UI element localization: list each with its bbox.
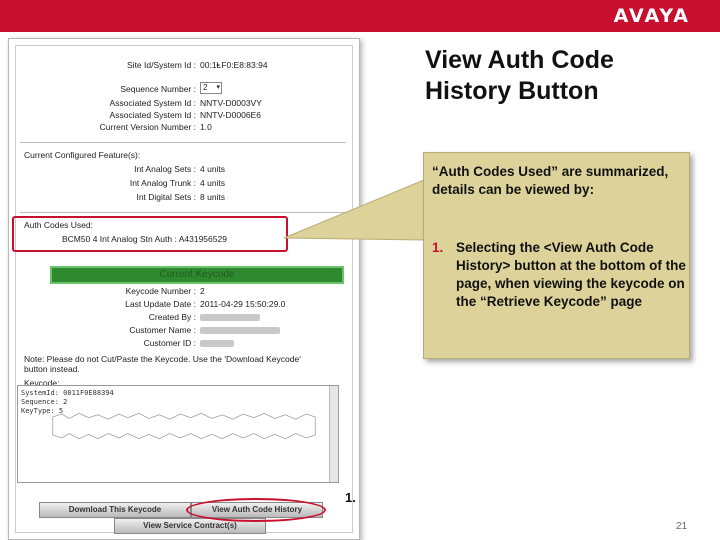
divider	[20, 212, 346, 213]
feature-label-2: Int Analog Trunk :	[129, 178, 196, 188]
step-marker: 1.	[345, 490, 356, 505]
feature-label-1: Int Analog Sets :	[134, 164, 196, 174]
customer-name-label: Customer Name :	[129, 325, 196, 335]
keycode-line-1: SystemId: 0011F0E88394	[21, 389, 114, 397]
assoc-system-id-value-1: NNTV-D0003VY	[200, 98, 262, 108]
chevron-down-icon: ▾	[216, 84, 220, 91]
customer-id-redacted	[200, 338, 234, 348]
note-line-1: Note: Please do not Cut/Paste the Keycod…	[24, 354, 301, 364]
callout-box: “Auth Codes Used” are summarized, detail…	[423, 152, 690, 359]
site-id-value: 00:1ⱠF0:E8:83:94	[200, 60, 268, 70]
auth-codes-highlight	[12, 216, 288, 252]
last-update-label: Last Update Date :	[125, 299, 196, 309]
created-by-label: Created By :	[148, 312, 196, 322]
divider	[20, 142, 346, 143]
slide-title-line-1: View Auth Code	[425, 46, 614, 74]
keycode-number-label: Keycode Number :	[125, 286, 196, 296]
note-line-2: button instead.	[24, 364, 80, 374]
sequence-value: 2	[203, 83, 208, 92]
keycode-screenshot: Site Id/System Id : 00:1ⱠF0:E8:83:94 Seq…	[8, 38, 360, 540]
site-id-label: Site Id/System Id :	[127, 60, 196, 70]
download-keycode-button[interactable]: Download This Keycode	[39, 502, 191, 518]
sequence-select[interactable]: 2 ▾	[200, 82, 222, 94]
sequence-label: Sequence Number :	[120, 84, 196, 94]
keycode-line-2: Sequence: 2	[21, 398, 68, 406]
slide-title: View Auth Code History Button	[425, 45, 614, 107]
page-number: 21	[676, 521, 688, 532]
assoc-system-id-value-2: NNTV-D0006E6	[200, 110, 261, 120]
features-header: Current Configured Feature(s):	[24, 150, 141, 160]
avaya-logo: AVAYA	[613, 5, 690, 27]
callout-intro: “Auth Codes Used” are summarized, detail…	[432, 164, 669, 197]
customer-name-redacted	[200, 325, 280, 335]
assoc-system-id-label-2: Associated System Id :	[109, 110, 196, 120]
version-label: Current Version Number :	[99, 122, 196, 132]
step-number: 1.	[432, 240, 444, 255]
keycode-number-value: 2	[200, 286, 205, 296]
last-update-value: 2011-04-29 15:50:29.0	[200, 299, 286, 309]
step-text: Selecting the <View Auth Code History> b…	[456, 240, 686, 309]
history-button-highlight	[186, 498, 326, 522]
feature-value-2: 4 units	[200, 178, 226, 188]
feature-label-3: Int Digital Sets :	[136, 192, 196, 202]
assoc-system-id-label-1: Associated System Id :	[109, 98, 196, 108]
created-by-redacted	[200, 312, 260, 322]
torn-edge	[52, 412, 316, 440]
feature-value-3: 8 units	[200, 192, 226, 202]
current-keycode-bar: Current Keycode	[50, 266, 344, 284]
slide-title-line-2: History Button	[425, 77, 599, 105]
top-brand-bar: AVAYA	[0, 0, 720, 32]
feature-value-1: 4 units	[200, 164, 226, 174]
version-value: 1.0	[200, 122, 212, 132]
customer-id-label: Customer ID :	[143, 338, 196, 348]
